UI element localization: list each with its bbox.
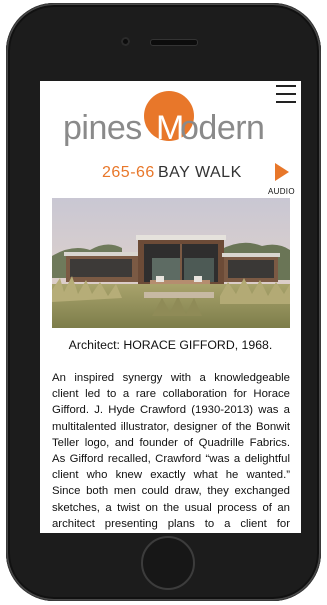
pines-modern-logo[interactable]: pines M odern (60, 89, 290, 151)
hamburger-menu-icon[interactable] (276, 85, 296, 103)
house-photo[interactable] (52, 198, 290, 328)
architect-caption: Architect: HORACE GIFFORD, 1968. (68, 338, 273, 352)
home-button[interactable] (141, 536, 195, 590)
logo-text-odern: odern (180, 109, 265, 147)
audio-label[interactable]: AUDIO (268, 187, 295, 196)
description-text: An inspired synergy with a knowledgeable… (52, 372, 290, 530)
earpiece-speaker (150, 39, 198, 46)
stop-title: 265-66 BAY WALK (40, 161, 301, 183)
phone-frame: pines M odern 265-66 BAY WALK AUDIO Arch… (6, 3, 321, 601)
house-photo-image (52, 198, 290, 328)
front-camera (121, 37, 130, 46)
logo-text-pines: pines (63, 109, 142, 147)
app-screen: pines M odern 265-66 BAY WALK AUDIO Arch… (40, 81, 301, 533)
stop-number: 265-66 (102, 164, 155, 181)
stop-name: BAY WALK (158, 164, 242, 181)
play-icon[interactable] (275, 163, 289, 181)
